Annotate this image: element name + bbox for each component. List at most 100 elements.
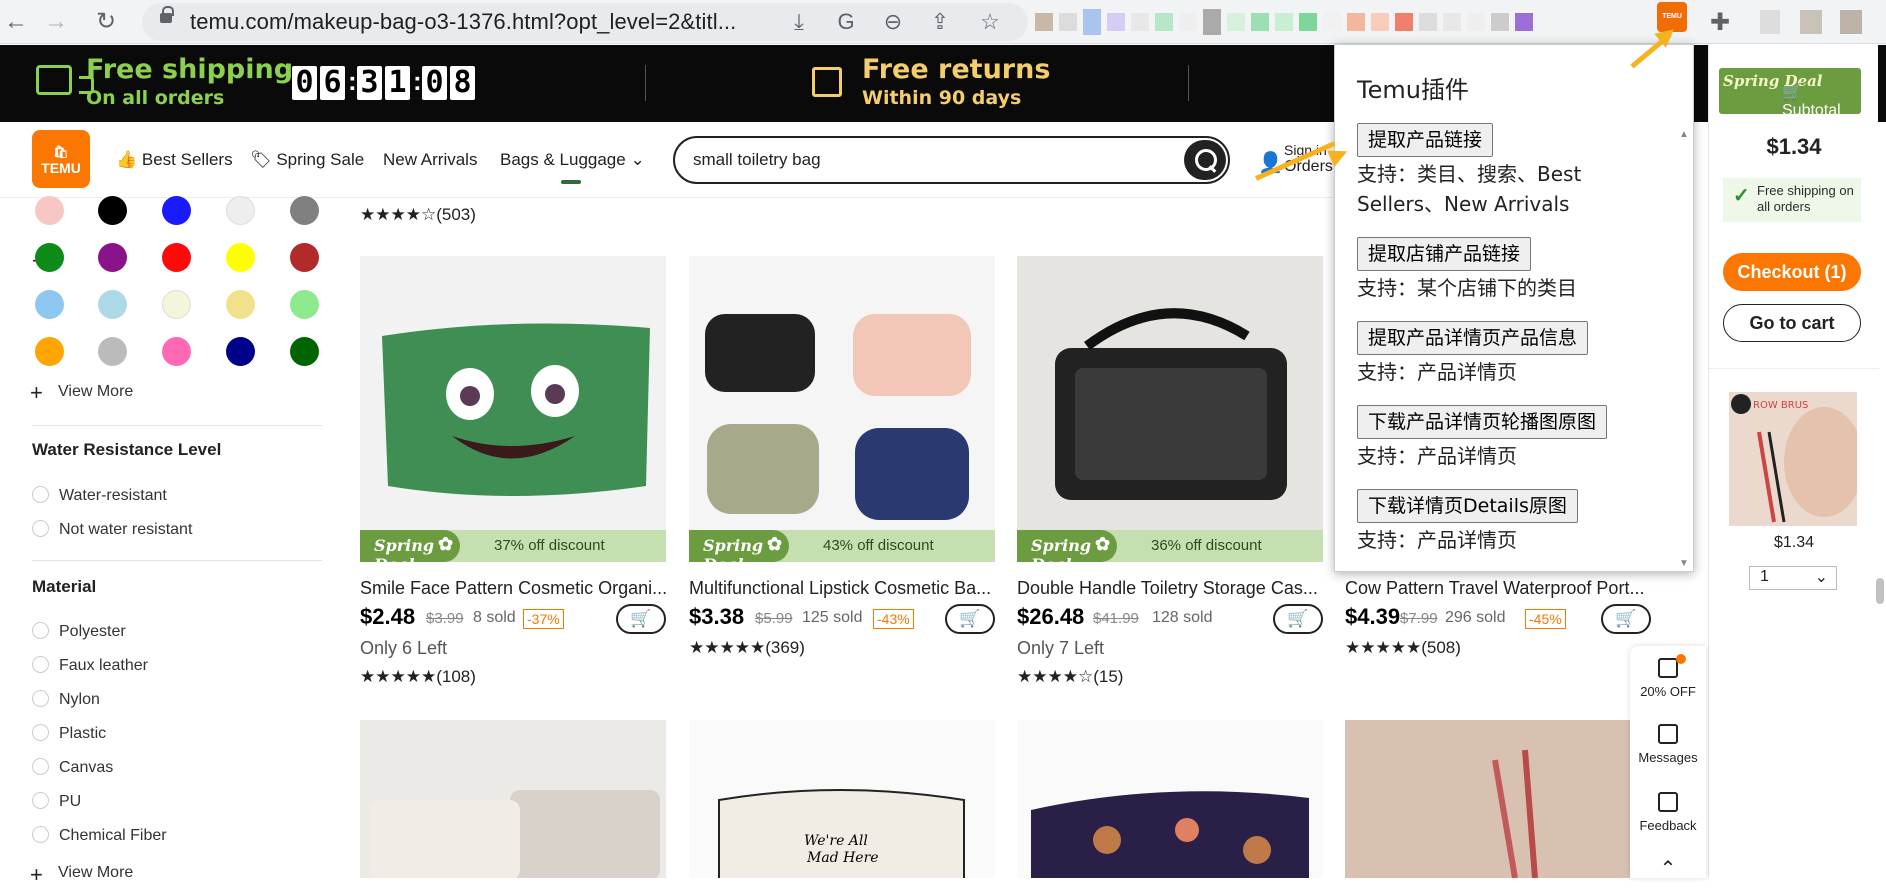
nav-best-sellers[interactable]: 👍 Best Sellers	[116, 150, 233, 170]
support-text: 支持：产品详情页	[1357, 528, 1517, 552]
search-input-value[interactable]: small toiletry bag	[693, 150, 821, 170]
translate-icon[interactable]: G	[831, 7, 861, 37]
add-to-cart-button[interactable]: 🛒	[1273, 604, 1323, 634]
page-scrollbar[interactable]	[1876, 578, 1884, 604]
go-to-cart-button[interactable]: Go to cart	[1723, 304, 1861, 342]
product-image[interactable]: Spring Deal 37% off discount	[360, 256, 666, 562]
original-price: $7.99	[1400, 610, 1438, 627]
water-option[interactable]: Not water resistant	[32, 520, 192, 539]
material-option[interactable]: Nylon	[32, 690, 100, 709]
reload-icon[interactable]: ↻	[90, 6, 122, 38]
download-carousel-images-button[interactable]: 下载产品详情页轮播图原图	[1357, 405, 1608, 439]
blurred-profile-block	[1840, 10, 1862, 34]
color-swatch[interactable]	[98, 290, 127, 319]
discount-banner-text: 36% off discount	[1151, 537, 1262, 554]
color-swatch[interactable]	[226, 243, 255, 272]
material-option[interactable]: Polyester	[32, 622, 126, 641]
product-title[interactable]: Multifunctional Lipstick Cosmetic Ba...	[689, 578, 1001, 599]
messages-widget[interactable]: Messages	[1630, 724, 1706, 765]
sold-count: 128 sold	[1152, 609, 1213, 626]
material-option[interactable]: PU	[32, 792, 81, 811]
add-to-cart-button[interactable]: 🛒	[1601, 604, 1651, 634]
product-image[interactable]: Spring Deal 43% off discount	[689, 256, 995, 562]
extensions-puzzle-icon[interactable]: ✚	[1710, 8, 1730, 37]
extract-product-links-button[interactable]: 提取产品链接	[1357, 123, 1494, 157]
product-title[interactable]: Cow Pattern Travel Waterproof Port...	[1345, 578, 1645, 599]
stock-left: Only 6 Left	[360, 638, 448, 658]
back-icon[interactable]: ←	[0, 6, 32, 38]
color-swatch[interactable]	[290, 243, 319, 272]
nav-new-arrivals[interactable]: New Arrivals	[383, 150, 477, 170]
water-option[interactable]: Water-resistant	[32, 486, 167, 505]
blurred-profile-block	[1800, 10, 1822, 34]
product-image[interactable]	[1017, 720, 1323, 878]
forward-icon[interactable]: →	[40, 6, 72, 38]
color-swatch[interactable]	[162, 290, 191, 319]
bookmark-star-icon[interactable]: ☆	[975, 7, 1005, 37]
product-title[interactable]: Smile Face Pattern Cosmetic Organi...	[360, 578, 672, 599]
timer-digit: 0	[292, 66, 317, 100]
product-image[interactable]: We're All Mad Here	[689, 720, 995, 878]
search-button[interactable]	[1184, 140, 1226, 180]
product-title[interactable]: Double Handle Toiletry Storage Cas...	[1017, 578, 1329, 599]
color-swatch[interactable]	[162, 337, 191, 366]
nav-bags-luggage[interactable]: Bags & Luggage ⌄	[500, 150, 645, 170]
material-option[interactable]: Plastic	[32, 724, 106, 743]
add-to-cart-button[interactable]: 🛒	[945, 604, 995, 634]
nav-spring-sale[interactable]: 🏷 Spring Sale	[250, 150, 364, 170]
returns-icon	[812, 67, 842, 97]
product-image[interactable]	[360, 720, 666, 878]
temu-extension-popup: Temu插件 提取产品链接 支持：类目、搜索、Best Sellers、New …	[1334, 44, 1694, 572]
plus-icon[interactable]: +	[30, 862, 43, 888]
color-swatch[interactable]	[290, 196, 319, 225]
discount-widget[interactable]: 20% OFF	[1630, 658, 1706, 699]
feedback-widget[interactable]: Feedback	[1630, 792, 1706, 833]
quantity-select[interactable]: 1 ⌄	[1749, 566, 1837, 590]
plus-icon[interactable]: +	[30, 380, 43, 406]
view-more-materials[interactable]: View More	[58, 864, 133, 882]
back-to-top-icon[interactable]: ⌃	[1630, 856, 1706, 881]
share-icon[interactable]: ⇪	[925, 7, 955, 37]
color-swatch[interactable]	[162, 196, 191, 225]
color-swatch[interactable]	[35, 196, 64, 225]
color-swatch[interactable]	[98, 196, 127, 225]
extract-detail-info-button[interactable]: 提取产品详情页产品信息	[1357, 321, 1589, 355]
discount-banner: Spring Deal 37% off discount	[360, 530, 666, 562]
color-swatch[interactable]	[226, 196, 255, 225]
color-swatch[interactable]	[98, 243, 127, 272]
color-swatch[interactable]	[35, 337, 64, 366]
coupon-icon	[1658, 658, 1678, 678]
color-swatch[interactable]	[98, 337, 127, 366]
product-image[interactable]	[1345, 720, 1635, 878]
extract-store-links-button[interactable]: 提取店铺产品链接	[1357, 237, 1532, 271]
popup-scrollbar[interactable]: ▲ ▼	[1679, 129, 1689, 569]
download-details-images-button[interactable]: 下载详情页Details原图	[1357, 489, 1578, 523]
color-swatch[interactable]	[35, 290, 64, 319]
search-input[interactable]: small toiletry bag	[673, 136, 1230, 184]
color-swatch[interactable]	[290, 290, 319, 319]
checkout-button[interactable]: Checkout (1)	[1723, 253, 1861, 291]
material-option[interactable]: Chemical Fiber	[32, 826, 167, 845]
product-image[interactable]: Spring Deal 36% off discount	[1017, 256, 1323, 562]
product-rating: ★★★★☆(15)	[1017, 667, 1124, 686]
material-option[interactable]: Faux leather	[32, 656, 148, 675]
color-swatch[interactable]	[226, 337, 255, 366]
toiletry-case-image	[1055, 308, 1287, 500]
url-text[interactable]: temu.com/makeup-bag-o3-1376.html?opt_lev…	[190, 9, 736, 35]
color-swatch[interactable]	[162, 243, 191, 272]
color-swatch[interactable]	[290, 337, 319, 366]
view-more-colors[interactable]: View More	[58, 383, 133, 401]
free-shipping-sub: On all orders	[86, 87, 225, 109]
notification-dot	[1676, 654, 1686, 664]
install-app-icon[interactable]: ⤓	[784, 7, 814, 37]
material-option[interactable]: Canvas	[32, 758, 113, 777]
temu-logo[interactable]: 🛍 TEMU	[32, 130, 90, 188]
spring-deal-badge: Spring Deal	[360, 530, 460, 562]
color-swatch[interactable]	[226, 290, 255, 319]
cart-item-image[interactable]: ROW BRUS	[1729, 392, 1857, 526]
product-rating: ★★★★☆(503)	[360, 205, 476, 224]
color-swatch[interactable]	[35, 243, 64, 272]
zoom-icon[interactable]: ⊖	[878, 7, 908, 37]
add-to-cart-button[interactable]: 🛒	[616, 604, 666, 634]
lock-icon[interactable]	[160, 6, 174, 23]
